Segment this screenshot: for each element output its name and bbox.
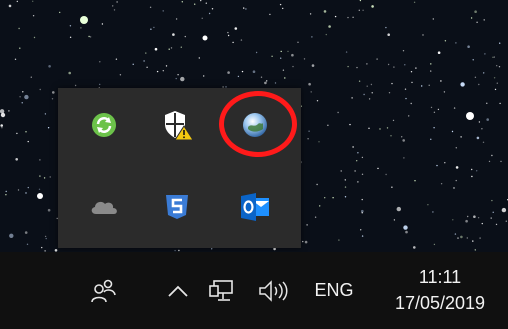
html5-s-icon[interactable]: [157, 187, 197, 227]
outlook-icon[interactable]: [235, 187, 275, 227]
network-icon[interactable]: [205, 276, 239, 306]
volume-icon[interactable]: [255, 276, 291, 306]
sync-icon[interactable]: [84, 105, 124, 145]
clock-date: 17/05/2019: [394, 293, 486, 313]
onedrive-cloud-icon[interactable]: [84, 187, 124, 227]
hidden-icons-flyout: [58, 88, 301, 248]
people-icon[interactable]: [86, 276, 120, 306]
chevron-up-icon[interactable]: [164, 278, 192, 304]
input-language-indicator[interactable]: ENG: [308, 276, 360, 304]
globe-app-icon[interactable]: [235, 105, 275, 145]
clock[interactable]: 11:11 17/05/2019: [378, 258, 502, 322]
taskbar: ENG 11:11 17/05/2019: [0, 252, 508, 329]
clock-time: 11:11: [418, 267, 462, 287]
security-shield-warning-icon[interactable]: [157, 105, 197, 145]
